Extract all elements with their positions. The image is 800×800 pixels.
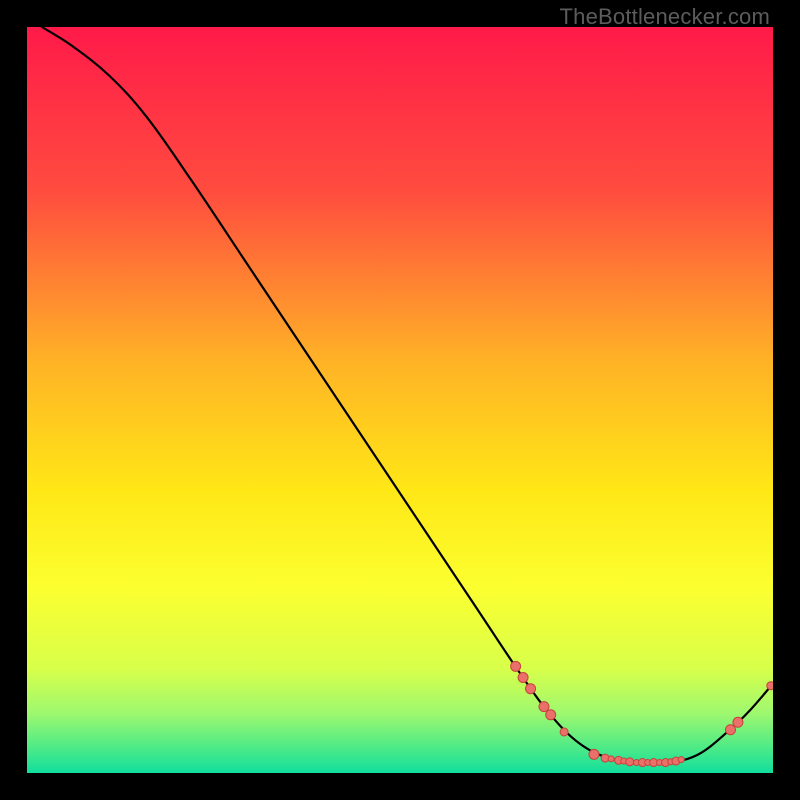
gradient-background [27, 27, 773, 773]
curve-marker [539, 702, 549, 712]
curve-marker [678, 757, 684, 763]
curve-marker [518, 673, 528, 683]
curve-marker [560, 728, 568, 736]
curve-marker [767, 682, 773, 690]
curve-marker [589, 749, 599, 759]
curve-marker [626, 758, 634, 766]
curve-marker [733, 717, 743, 727]
curve-marker [725, 725, 735, 735]
curve-marker [608, 756, 614, 762]
curve-marker [511, 661, 521, 671]
plot-area [27, 27, 773, 773]
curve-marker [526, 684, 536, 694]
plot-svg [27, 27, 773, 773]
chart-stage: TheBottlenecker.com [0, 0, 800, 800]
curve-marker [546, 710, 556, 720]
